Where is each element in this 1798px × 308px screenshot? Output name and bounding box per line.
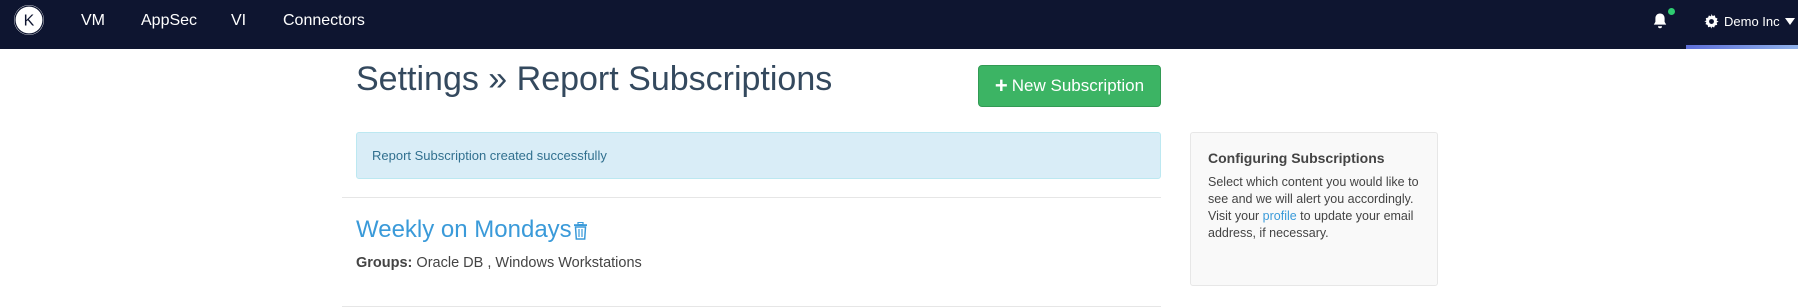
trash-icon[interactable] [573,222,588,240]
org-menu[interactable]: Demo Inc [1704,0,1795,42]
info-panel: Configuring Subscriptions Select which c… [1190,132,1438,286]
divider [342,197,1161,198]
top-navbar: K VM AppSec VI Connectors Demo Inc [0,0,1798,49]
page-title: Settings » Report Subscriptions [356,60,833,98]
divider [342,306,1161,307]
subscription-groups: Groups: Oracle DB , Windows Workstations [356,255,642,271]
nav-link-vi[interactable]: VI [231,0,246,42]
bell-icon[interactable] [1651,12,1669,30]
groups-value: Oracle DB , Windows Workstations [416,255,642,271]
info-panel-text: Select which content you would like to s… [1208,174,1420,242]
gear-icon [1704,13,1719,29]
info-panel-title: Configuring Subscriptions [1208,150,1385,166]
svg-text:K: K [24,13,35,30]
subscription-name-link[interactable]: Weekly on Mondays [356,216,572,244]
nav-link-vm[interactable]: VM [81,0,105,42]
logo-icon[interactable]: K [14,5,44,35]
groups-label: Groups: [356,255,413,271]
new-subscription-label: New Subscription [1011,76,1145,95]
nav-link-appsec[interactable]: AppSec [141,0,197,42]
org-name: Demo Inc [1724,13,1780,29]
nav-accent-bar [1686,45,1798,49]
alert-message: Report Subscription created successfully [372,148,607,163]
notification-dot [1668,8,1675,15]
chevron-down-icon [1784,17,1795,25]
nav-link-connectors[interactable]: Connectors [283,0,365,42]
new-subscription-button[interactable]: + New Subscription [978,65,1161,107]
profile-link[interactable]: profile [1263,209,1297,223]
plus-icon: + [994,73,1008,98]
success-alert: Report Subscription created successfully [356,132,1161,179]
